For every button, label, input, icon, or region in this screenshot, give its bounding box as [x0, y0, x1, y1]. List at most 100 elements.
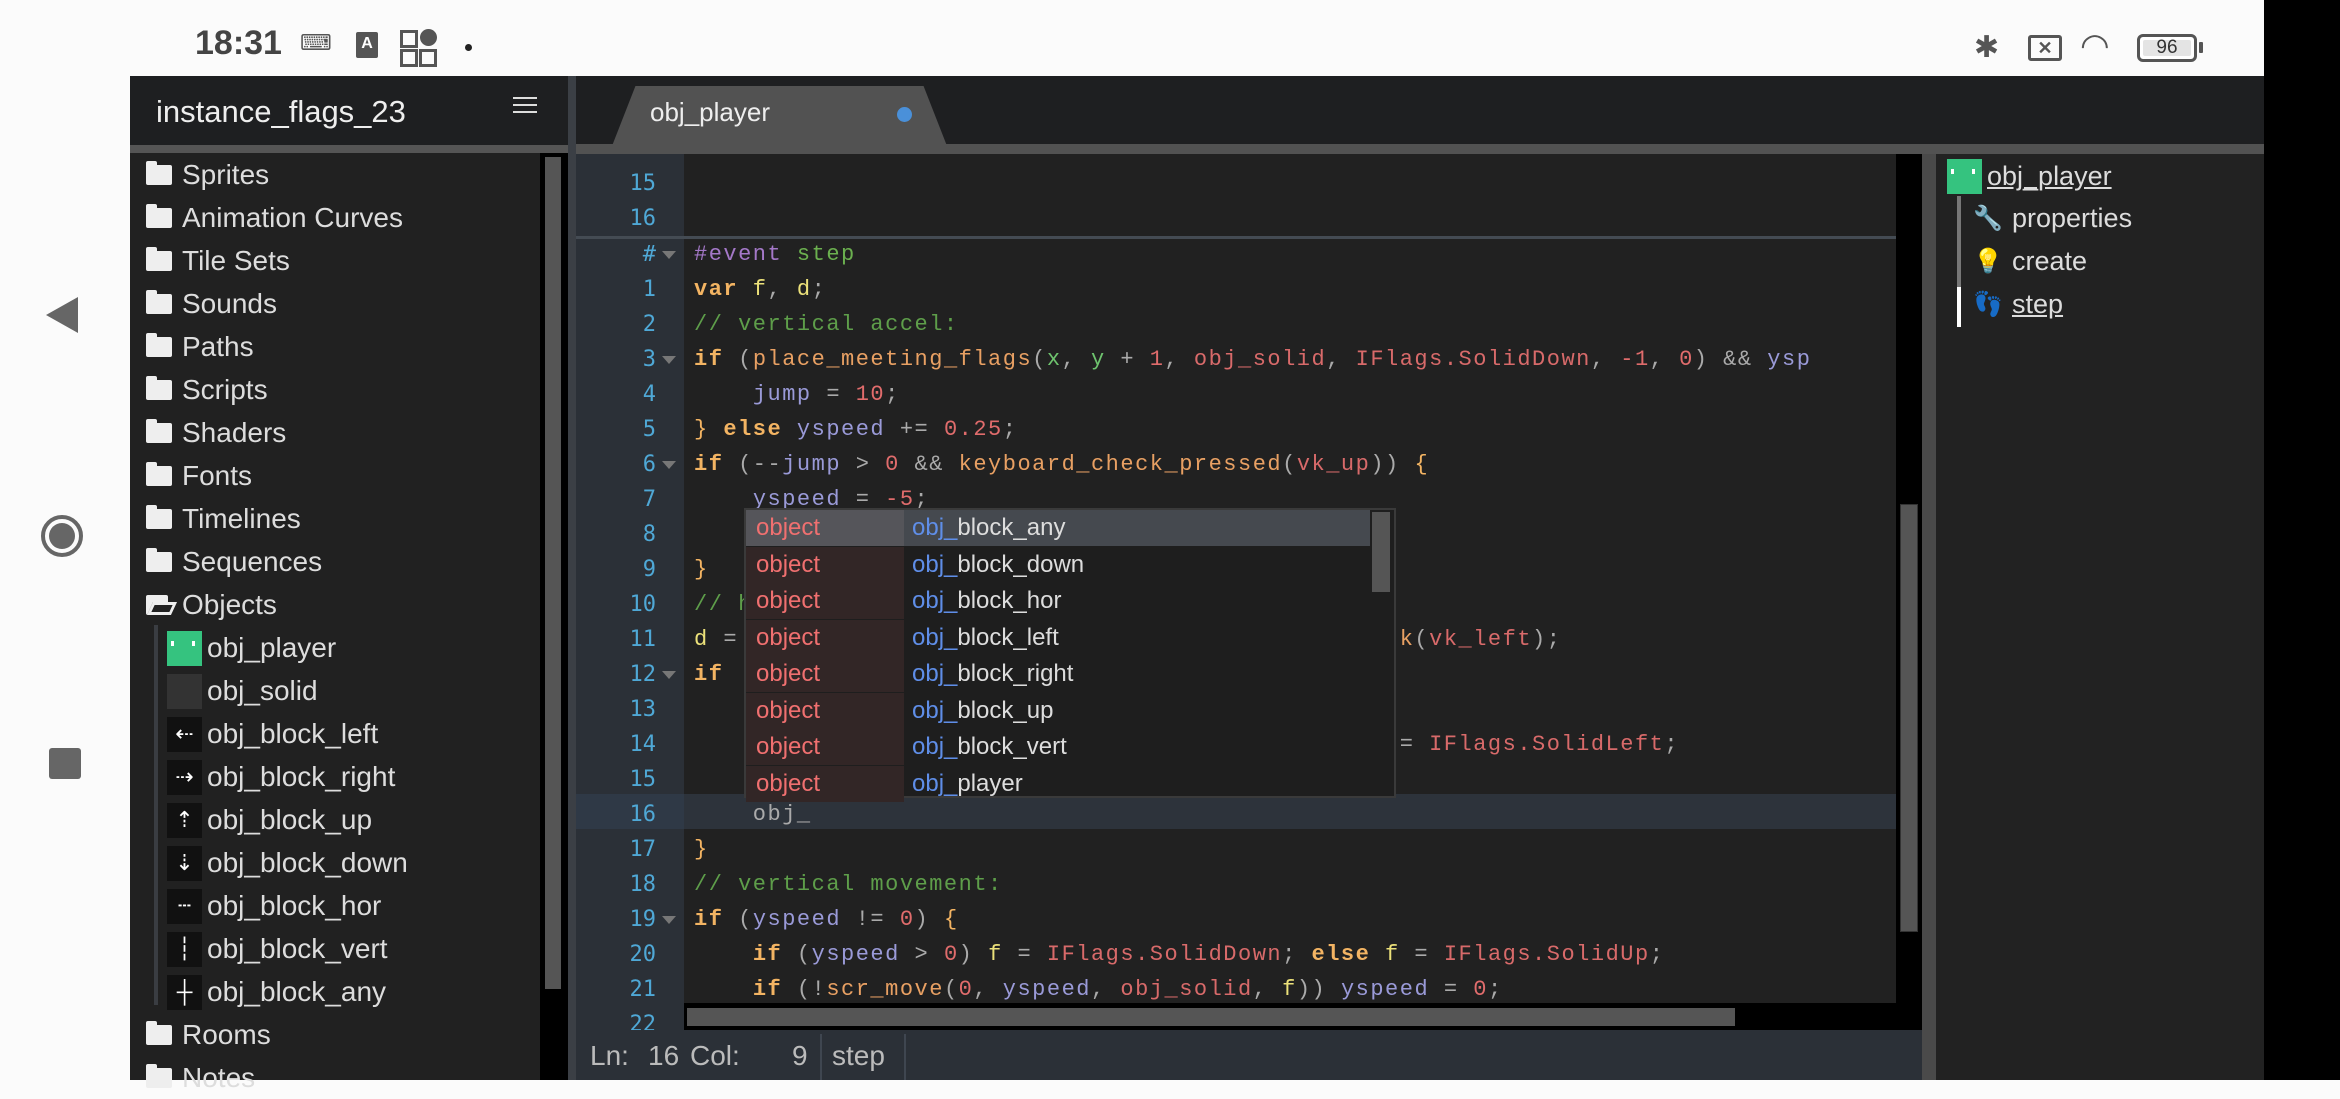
tree-item-label[interactable]: Paths — [182, 331, 254, 363]
tree-item-label[interactable]: Notes — [182, 1062, 255, 1094]
autocomplete-item[interactable]: object obj_block_vert — [746, 729, 1370, 765]
code-line[interactable]: // vertical movement: — [694, 867, 1003, 902]
autocomplete-item[interactable]: object obj_block_hor — [746, 583, 1370, 619]
autocomplete-item[interactable]: object obj_player — [746, 765, 1370, 802]
fold-arrow-icon[interactable] — [662, 461, 676, 469]
hamburger-menu-icon[interactable] — [513, 97, 537, 117]
tree-item-label[interactable]: obj_block_hor — [207, 890, 381, 922]
tree-item-label[interactable]: obj_block_any — [207, 976, 386, 1008]
tab-label[interactable]: obj_player — [650, 97, 770, 128]
code-line[interactable]: var f, d; — [694, 272, 826, 307]
tree-folder-scripts[interactable]: Scripts — [146, 369, 268, 411]
sidebar-splitter[interactable] — [568, 76, 576, 1080]
tree-item-label[interactable]: Rooms — [182, 1019, 271, 1051]
tree-item-label[interactable]: obj_solid — [207, 675, 318, 707]
tree-object-obj-block-down[interactable]: ⇣ obj_block_down — [167, 842, 408, 884]
code-line[interactable]: if (!scr_move(0, yspeed, obj_solid, f)) … — [694, 972, 1503, 1007]
tree-object-obj-block-any[interactable]: ┼ obj_block_any — [167, 971, 386, 1013]
tree-object-obj-solid[interactable]: obj_solid — [167, 670, 318, 712]
code-line[interactable]: // vertical accel: — [694, 307, 959, 342]
autocomplete-name[interactable]: obj_block_vert — [904, 729, 1067, 765]
tree-folder-objects[interactable]: Objects — [146, 584, 277, 626]
recents-icon[interactable] — [49, 748, 81, 779]
tree-item-label[interactable]: Sounds — [182, 288, 277, 320]
autocomplete-name[interactable]: obj_block_left — [904, 620, 1059, 656]
tree-folder-fonts[interactable]: Fonts — [146, 455, 252, 497]
code-line[interactable]: if (yspeed > 0) f = IFlags.SolidDown; el… — [694, 937, 1664, 972]
tree-object-obj-block-left[interactable]: ⇠ obj_block_left — [167, 713, 378, 755]
autocomplete-scrollbar[interactable] — [1372, 512, 1390, 592]
autocomplete-item[interactable]: object obj_block_down — [746, 546, 1370, 583]
tree-folder-paths[interactable]: Paths — [146, 326, 254, 368]
fold-arrow-icon[interactable] — [662, 671, 676, 679]
tree-object-obj-block-up[interactable]: ⇡ obj_block_up — [167, 799, 372, 841]
fold-arrow-icon[interactable] — [662, 251, 676, 259]
tree-folder-timelines[interactable]: Timelines — [146, 498, 301, 540]
outline-item-label[interactable]: create — [2012, 246, 2087, 277]
tree-item-label[interactable]: obj_block_up — [207, 804, 372, 836]
autocomplete-item[interactable]: object obj_block_right — [746, 656, 1370, 692]
tree-item-label[interactable]: Objects — [182, 589, 277, 621]
folder-icon — [146, 333, 172, 357]
tree-item-label[interactable]: Fonts — [182, 460, 252, 492]
code-line[interactable]: #event step — [694, 237, 856, 272]
tree-object-obj-block-hor[interactable]: ┄ obj_block_hor — [167, 885, 381, 927]
fold-arrow-icon[interactable] — [662, 356, 676, 364]
fold-arrow-icon[interactable] — [662, 916, 676, 924]
outline-item-label[interactable]: properties — [2012, 203, 2132, 234]
code-line[interactable]: } — [694, 832, 709, 867]
tree-item-label[interactable]: Animation Curves — [182, 202, 403, 234]
outline-root[interactable]: obj_player — [1947, 156, 2112, 196]
tree-item-label[interactable]: Sequences — [182, 546, 322, 578]
tree-folder-animation-curves[interactable]: Animation Curves — [146, 197, 403, 239]
editor-vertical-scrollbar-thumb[interactable] — [1900, 504, 1918, 932]
editor-horizontal-scrollbar-thumb[interactable] — [687, 1008, 1735, 1026]
outline-item-create[interactable]: 💡 create — [1972, 241, 2087, 281]
tree-object-obj-block-vert[interactable]: ┆ obj_block_vert — [167, 928, 388, 970]
outline-root-label[interactable]: obj_player — [1987, 161, 2112, 192]
code-line[interactable]: if — [694, 657, 723, 692]
tree-item-label[interactable]: obj_block_down — [207, 847, 408, 879]
tree-folder-notes[interactable]: Notes — [146, 1057, 255, 1099]
tree-folder-rooms[interactable]: Rooms — [146, 1014, 271, 1056]
back-icon[interactable] — [46, 297, 78, 333]
code-line[interactable]: obj_ — [694, 797, 812, 832]
code-line[interactable]: jump = 10; — [694, 377, 900, 412]
sidebar-scrollbar-thumb[interactable] — [545, 157, 561, 989]
autocomplete-name[interactable]: obj_block_hor — [904, 583, 1061, 619]
autocomplete-name[interactable]: obj_block_any — [904, 510, 1065, 546]
tree-object-obj-block-right[interactable]: ⇢ obj_block_right — [167, 756, 395, 798]
autocomplete-name[interactable]: obj_player — [904, 766, 1023, 802]
autocomplete-item[interactable]: object obj_block_up — [746, 692, 1370, 729]
code-line[interactable]: } — [694, 552, 709, 587]
tree-folder-tile-sets[interactable]: Tile Sets — [146, 240, 290, 282]
tree-item-label[interactable]: obj_player — [207, 632, 336, 664]
tree-item-label[interactable]: Tile Sets — [182, 245, 290, 277]
code-line[interactable]: } else yspeed += 0.25; — [694, 412, 1017, 447]
autocomplete-name[interactable]: obj_block_up — [904, 693, 1053, 729]
outline-item-step[interactable]: 👣 step — [1972, 284, 2063, 324]
code-line[interactable]: if (yspeed != 0) { — [694, 902, 959, 937]
code-line[interactable]: if (place_meeting_flags(x, y + 1, obj_so… — [694, 342, 1811, 377]
tree-item-label[interactable]: Timelines — [182, 503, 301, 535]
home-icon[interactable] — [41, 515, 83, 557]
outline-item-label[interactable]: step — [2012, 289, 2063, 320]
tree-folder-sprites[interactable]: Sprites — [146, 154, 269, 196]
code-line[interactable]: if (--jump > 0 && keyboard_check_pressed… — [694, 447, 1429, 482]
tree-item-label[interactable]: Shaders — [182, 417, 286, 449]
tree-item-label[interactable]: obj_block_vert — [207, 933, 388, 965]
outline-item-properties[interactable]: 🔧 properties — [1972, 198, 2132, 238]
autocomplete-name[interactable]: obj_block_right — [904, 656, 1073, 692]
outline-splitter[interactable] — [1922, 154, 1936, 1080]
tree-item-label[interactable]: obj_block_right — [207, 761, 395, 793]
tree-folder-sounds[interactable]: Sounds — [146, 283, 277, 325]
tree-object-obj-player[interactable]: obj_player — [167, 627, 336, 669]
autocomplete-name[interactable]: obj_block_down — [904, 547, 1084, 583]
autocomplete-item[interactable]: object obj_block_any — [746, 510, 1370, 546]
tree-item-label[interactable]: obj_block_left — [207, 718, 378, 750]
tree-item-label[interactable]: Sprites — [182, 159, 269, 191]
tree-folder-shaders[interactable]: Shaders — [146, 412, 286, 454]
tree-folder-sequences[interactable]: Sequences — [146, 541, 322, 583]
autocomplete-item[interactable]: object obj_block_left — [746, 619, 1370, 656]
tree-item-label[interactable]: Scripts — [182, 374, 268, 406]
